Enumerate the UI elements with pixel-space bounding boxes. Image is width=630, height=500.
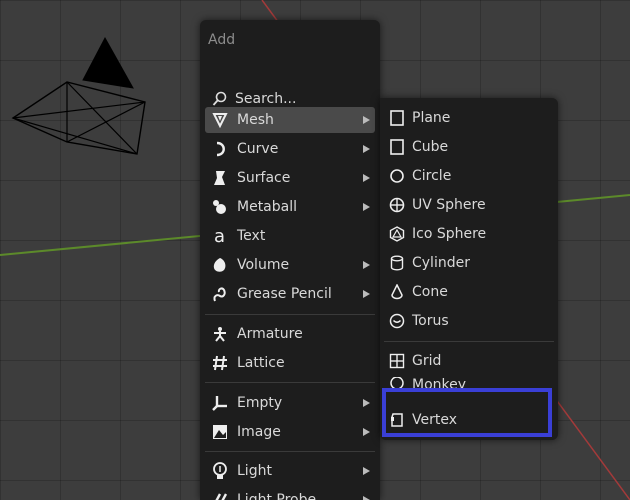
- grid-icon: [386, 350, 408, 372]
- metaball-icon: [209, 196, 231, 218]
- submenu-item-label: UV Sphere: [412, 197, 486, 213]
- menu-item-label: Mesh: [237, 112, 274, 128]
- torus-icon: [386, 310, 408, 332]
- submenu-separator: [384, 341, 554, 342]
- menu-item-volume[interactable]: Volume: [205, 252, 375, 278]
- submenu-item-ico-sphere[interactable]: Ico Sphere: [384, 221, 554, 247]
- submenu-item-label: Cylinder: [412, 255, 470, 271]
- menu-item-label: Metaball: [237, 199, 298, 215]
- submenu-item-cone[interactable]: Cone: [384, 279, 554, 305]
- menu-item-label: Grease Pencil: [237, 286, 332, 302]
- menu-item-grease-pencil[interactable]: Grease Pencil: [205, 281, 375, 307]
- menu-item-surface[interactable]: Surface: [205, 165, 375, 191]
- menu-item-label: Curve: [237, 141, 279, 157]
- submenu-item-label: Plane: [412, 110, 451, 126]
- menu-item-label: Image: [237, 424, 281, 440]
- text-icon: a: [209, 225, 231, 247]
- menu-item-label: Volume: [237, 257, 290, 273]
- menu-item-empty[interactable]: Empty: [205, 390, 375, 416]
- submenu-arrow-icon: [361, 466, 371, 476]
- curve-icon: [209, 138, 231, 160]
- submenu-arrow-icon: [361, 398, 371, 408]
- submenu-item-label: Cone: [412, 284, 448, 300]
- cylinder-icon: [386, 252, 408, 274]
- vertex-highlight-box: [382, 388, 552, 437]
- cone-icon: [386, 281, 408, 303]
- light-probe-icon: [209, 489, 231, 500]
- menu-item-label: Surface: [237, 170, 291, 186]
- menu-item-text[interactable]: a Text: [205, 223, 375, 249]
- menu-item-armature[interactable]: Armature: [205, 321, 375, 347]
- menu-separator: [205, 314, 375, 315]
- camera-object-icon[interactable]: [5, 30, 185, 210]
- menu-separator: [205, 451, 375, 452]
- submenu-arrow-icon: [361, 289, 371, 299]
- surface-icon: [209, 167, 231, 189]
- menu-item-label: Light Probe: [237, 492, 317, 500]
- submenu-arrow-icon: [361, 115, 371, 125]
- mesh-icon: [209, 109, 231, 131]
- menu-item-label: Armature: [237, 326, 303, 342]
- submenu-item-label: Cube: [412, 139, 449, 155]
- uv-sphere-icon: [386, 194, 408, 216]
- menu-item-metaball[interactable]: Metaball: [205, 194, 375, 220]
- submenu-item-label: Grid: [412, 353, 442, 369]
- empty-icon: [209, 392, 231, 414]
- submenu-item-label: Circle: [412, 168, 452, 184]
- submenu-item-torus[interactable]: Torus: [384, 308, 554, 334]
- menu-item-label: Empty: [237, 395, 283, 411]
- grease-pencil-icon: [209, 283, 231, 305]
- submenu-item-grid[interactable]: Grid: [384, 348, 554, 374]
- svg-text:a: a: [214, 227, 225, 245]
- menu-item-light[interactable]: Light: [205, 458, 375, 484]
- menu-item-label: Light: [237, 463, 272, 479]
- submenu-arrow-icon: [361, 495, 371, 500]
- plane-icon: [386, 107, 408, 129]
- menu-item-lattice[interactable]: Lattice: [205, 350, 375, 376]
- light-icon: [209, 460, 231, 482]
- submenu-item-label: Ico Sphere: [412, 226, 487, 242]
- submenu-item-circle[interactable]: Circle: [384, 163, 554, 189]
- submenu-arrow-icon: [361, 144, 371, 154]
- menu-separator: [205, 382, 375, 383]
- menu-item-mesh[interactable]: Mesh: [205, 107, 375, 133]
- submenu-arrow-icon: [361, 427, 371, 437]
- submenu-item-cube[interactable]: Cube: [384, 134, 554, 160]
- menu-item-label: Text: [237, 228, 266, 244]
- submenu-item-plane[interactable]: Plane: [384, 105, 554, 131]
- menu-item-light-probe[interactable]: Light Probe: [205, 487, 375, 500]
- menu-item-label: Lattice: [237, 355, 285, 371]
- submenu-arrow-icon: [361, 202, 371, 212]
- search-label: Search...: [235, 91, 297, 107]
- submenu-item-cylinder[interactable]: Cylinder: [384, 250, 554, 276]
- submenu-arrow-icon: [361, 173, 371, 183]
- submenu-arrow-icon: [361, 260, 371, 270]
- ico-sphere-icon: [386, 223, 408, 245]
- submenu-item-label: Torus: [412, 313, 449, 329]
- submenu-item-uv-sphere[interactable]: UV Sphere: [384, 192, 554, 218]
- cube-icon: [386, 136, 408, 158]
- menu-item-image[interactable]: Image: [205, 419, 375, 445]
- armature-icon: [209, 323, 231, 345]
- circle-icon: [386, 165, 408, 187]
- image-icon: [209, 421, 231, 443]
- menu-title: Add: [208, 32, 236, 48]
- menu-item-curve[interactable]: Curve: [205, 136, 375, 162]
- add-menu: Add Search... Mesh Curve Surface Metabal…: [200, 20, 380, 500]
- lattice-icon: [209, 352, 231, 374]
- volume-icon: [209, 254, 231, 276]
